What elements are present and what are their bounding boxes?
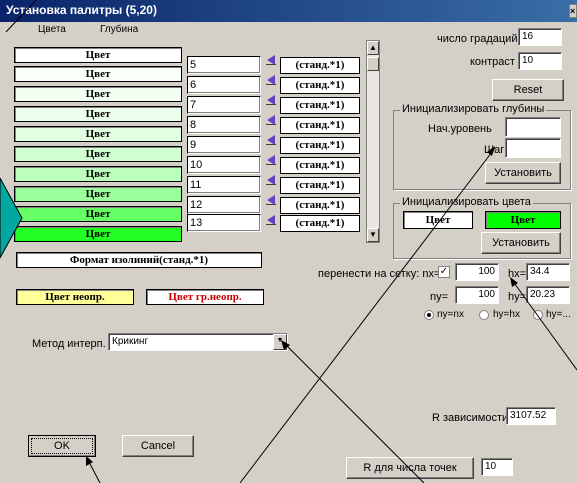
- depth-value-field[interactable]: 12: [187, 196, 261, 214]
- color-button[interactable]: Цвет: [14, 186, 182, 202]
- color-button[interactable]: Цвет: [14, 106, 182, 122]
- contrast-field[interactable]: 10: [518, 52, 562, 70]
- transfer-grid-label: перенести на сетку: nx=: [318, 268, 441, 280]
- color-button[interactable]: Цвет: [14, 47, 182, 63]
- radio-hy-custom[interactable]: [533, 310, 543, 320]
- std-format-button[interactable]: (станд.*1): [280, 215, 360, 232]
- scroll-down-icon[interactable]: ▼: [367, 228, 379, 242]
- reset-button[interactable]: Reset: [492, 79, 564, 101]
- ny-label: ny=: [430, 291, 449, 303]
- tab-colors[interactable]: Цвета: [38, 24, 66, 35]
- border-undefined-color-button[interactable]: Цвет гр.неопр.: [146, 289, 264, 305]
- depth-value-field[interactable]: 11: [187, 176, 261, 194]
- std-format-button[interactable]: (станд.*1): [280, 97, 360, 114]
- left-arrow-icon[interactable]: [266, 95, 276, 105]
- nx-field[interactable]: 100: [455, 263, 499, 281]
- color-button[interactable]: Цвет: [14, 226, 182, 242]
- color-button[interactable]: Цвет: [14, 86, 182, 102]
- init-depth-title: Инициализировать глубины: [400, 103, 547, 115]
- left-arrow-icon[interactable]: [266, 115, 276, 125]
- isoline-format-button[interactable]: Формат изолиний(станд.*1): [16, 252, 262, 268]
- init-color1-button[interactable]: Цвет: [403, 211, 473, 229]
- std-format-button[interactable]: (станд.*1): [280, 137, 360, 154]
- r-dependency-label: R зависимости: [432, 412, 509, 424]
- init-color2-button[interactable]: Цвет: [485, 211, 561, 229]
- radio-hy-hx[interactable]: [479, 310, 489, 320]
- radio-ny-nx-label: ny=nx: [437, 309, 464, 320]
- hy-label: hy=: [508, 291, 527, 303]
- gradations-field[interactable]: 16: [518, 28, 562, 46]
- start-level-field[interactable]: [505, 117, 561, 137]
- r-dependency-field[interactable]: 3107.52: [506, 407, 556, 425]
- depth-value-field[interactable]: 9: [187, 136, 261, 154]
- hy-field[interactable]: 20.23: [526, 286, 570, 304]
- r-points-field[interactable]: 10: [481, 458, 513, 476]
- init-color-title: Инициализировать цвета: [400, 196, 533, 208]
- chevron-down-icon[interactable]: ▼: [273, 334, 287, 350]
- depth-value-field[interactable]: 6: [187, 76, 261, 94]
- std-format-button[interactable]: (станд.*1): [280, 57, 360, 74]
- undefined-color-button[interactable]: Цвет неопр.: [16, 289, 134, 305]
- std-format-button[interactable]: (станд.*1): [280, 117, 360, 134]
- left-arrow-icon[interactable]: [266, 195, 276, 205]
- color-button[interactable]: Цвет: [14, 126, 182, 142]
- tab-depth[interactable]: Глубина: [100, 24, 138, 35]
- interp-method-select[interactable]: Крикинг ▼: [108, 333, 288, 351]
- set-depth-button[interactable]: Установить: [485, 162, 561, 184]
- left-arrow-icon[interactable]: [266, 175, 276, 185]
- contrast-label: контраст: [470, 56, 515, 68]
- palette-scrollbar[interactable]: ▲ ▼: [366, 40, 380, 243]
- left-arrow-icon[interactable]: [266, 155, 276, 165]
- left-arrow-icon[interactable]: [266, 215, 276, 225]
- left-arrow-icon[interactable]: [266, 55, 276, 65]
- window-title: Установка палитры (5,20): [6, 3, 157, 17]
- depth-value-field[interactable]: 10: [187, 156, 261, 174]
- depth-value-field[interactable]: 5: [187, 56, 261, 74]
- interp-method-value: Крикинг: [112, 336, 149, 347]
- cancel-button[interactable]: Cancel: [122, 435, 194, 457]
- depth-value-field[interactable]: 7: [187, 96, 261, 114]
- interp-method-label: Метод интерп.: [32, 338, 106, 350]
- r-points-button[interactable]: R для числа точек: [346, 457, 474, 479]
- color-button[interactable]: Цвет: [14, 206, 182, 222]
- step-field[interactable]: [505, 138, 561, 158]
- scroll-thumb[interactable]: [367, 57, 379, 71]
- scroll-up-icon[interactable]: ▲: [367, 41, 379, 55]
- radio-hy-hx-label: hy=hx: [493, 309, 520, 320]
- std-format-button[interactable]: (станд.*1): [280, 157, 360, 174]
- color-button[interactable]: Цвет: [14, 146, 182, 162]
- depth-value-field[interactable]: 8: [187, 116, 261, 134]
- step-label: Шаг: [484, 144, 505, 156]
- std-format-button[interactable]: (станд.*1): [280, 197, 360, 214]
- std-format-button[interactable]: (станд.*1): [280, 77, 360, 94]
- hx-label: hx=: [508, 268, 527, 280]
- left-arrow-icon[interactable]: [266, 75, 276, 85]
- depth-value-field[interactable]: 13: [187, 214, 261, 232]
- left-arrow-icon[interactable]: [266, 135, 276, 145]
- ok-button[interactable]: OK: [28, 435, 96, 457]
- hx-field[interactable]: 34.4: [526, 263, 570, 281]
- radio-hy-custom-label: hy=...: [546, 309, 571, 320]
- title-bar: Установка палитры (5,20) ×: [0, 0, 577, 22]
- gradations-label: число градаций: [437, 33, 518, 45]
- ny-field[interactable]: 100: [455, 286, 499, 304]
- color-button[interactable]: Цвет: [14, 166, 182, 182]
- radio-ny-nx[interactable]: [424, 310, 434, 320]
- set-color-button[interactable]: Установить: [481, 232, 561, 254]
- std-format-button[interactable]: (станд.*1): [280, 177, 360, 194]
- color-button[interactable]: Цвет: [14, 66, 182, 82]
- start-level-label: Нач.уровень: [428, 123, 492, 135]
- close-icon[interactable]: ×: [569, 4, 577, 18]
- transfer-grid-checkbox[interactable]: ✓: [438, 266, 450, 278]
- palette-dialog: Установка палитры (5,20) × Цвета Глубина…: [0, 0, 577, 483]
